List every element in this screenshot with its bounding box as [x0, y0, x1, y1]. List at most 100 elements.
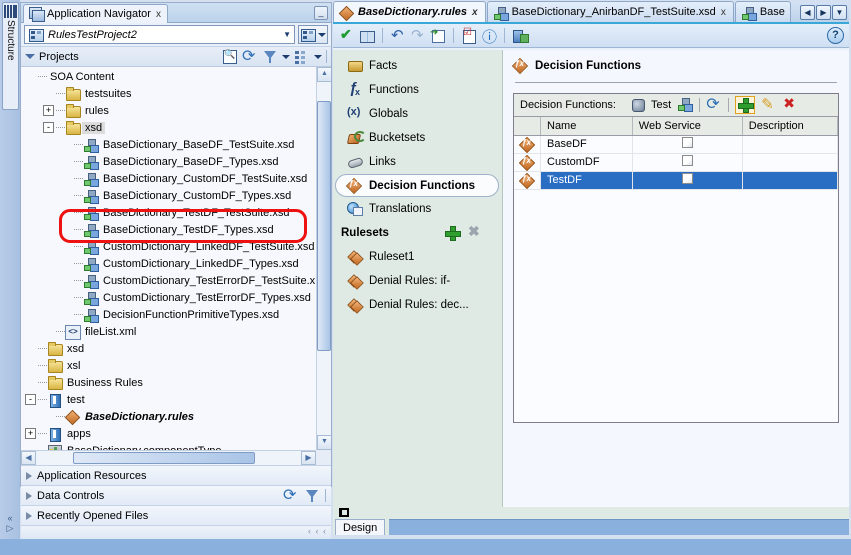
cell-description[interactable] [742, 153, 839, 172]
minimize-button[interactable]: _ [314, 6, 328, 20]
refresh-icon[interactable] [242, 46, 258, 66]
editor-tab[interactable]: BaseDictionary.rules x [333, 1, 486, 22]
tree-item[interactable]: - xsd [21, 119, 316, 136]
plus-icon[interactable] [444, 225, 461, 241]
table-row[interactable]: BaseDF [514, 135, 839, 154]
column-header-name[interactable]: Name [540, 117, 633, 136]
tree-item[interactable]: BaseDictionary_BaseDF_TestSuite.xsd [21, 136, 316, 153]
cell-web-service[interactable] [632, 153, 743, 172]
tree-item[interactable]: BaseDictionary.rules [21, 408, 316, 425]
accordion-data-controls[interactable]: Data Controls [21, 485, 331, 505]
chevron-down-icon[interactable] [318, 32, 326, 37]
tab-list-button[interactable]: ▼ [832, 5, 847, 20]
table-row[interactable]: CustomDF [514, 153, 839, 172]
accordion-recently-opened-files[interactable]: Recently Opened Files [21, 505, 331, 525]
scroll-right-button[interactable]: ▶ [301, 451, 316, 465]
editor-tab[interactable]: Base [734, 1, 791, 22]
tree-item[interactable]: CustomDictionary_TestErrorDF_TestSuite.x [21, 272, 316, 289]
tab-design[interactable]: Design [335, 519, 386, 535]
chevron-right-icon[interactable] [26, 511, 32, 520]
collapse-icon[interactable]: - [25, 394, 36, 405]
expand-icon[interactable]: + [43, 105, 54, 116]
chevron-down-icon[interactable]: ▼ [283, 30, 291, 39]
tab-prev-button[interactable]: ◀ [800, 5, 815, 20]
add-decision-function-button[interactable] [735, 96, 756, 114]
delete-x-icon[interactable] [468, 223, 484, 241]
project-combo[interactable]: RulesTestProject2 ▼ [24, 25, 295, 44]
tree-item[interactable]: BaseDictionary_CustomDF_TestSuite.xsd [21, 170, 316, 187]
ruleset-item[interactable]: Ruleset1 [333, 245, 502, 269]
chevron-down-icon[interactable] [25, 54, 35, 59]
tree-item[interactable]: xsd [21, 340, 316, 357]
scroll-thumb[interactable] [317, 101, 331, 351]
link-dictionary-icon[interactable] [512, 28, 529, 44]
tree-item[interactable]: DecisionFunctionPrimitiveTypes.xsd [21, 306, 316, 323]
rules-nav-item-decision-functions[interactable]: Decision Functions [335, 174, 499, 197]
scroll-left-button[interactable]: ◀ [21, 451, 36, 465]
chevron-down-icon[interactable] [282, 54, 290, 59]
help-icon[interactable] [827, 26, 844, 44]
tree-item[interactable]: BaseDictionary_CustomDF_Types.xsd [21, 187, 316, 204]
tree-item[interactable]: BaseDictionary_BaseDF_Types.xsd [21, 153, 316, 170]
collapse-icon[interactable]: - [43, 122, 54, 133]
ruleset-item[interactable]: Denial Rules: dec... [333, 293, 502, 317]
project-tree[interactable]: SOA Content testsuites + rules - xsd BaseDicti… [21, 67, 316, 450]
cell-web-service[interactable] [632, 171, 743, 190]
tab-application-navigator[interactable]: Application Navigator x [23, 4, 168, 23]
tree-item[interactable]: BaseDictionary_TestDF_TestSuite.xsd [21, 204, 316, 221]
close-icon[interactable]: x [154, 9, 163, 20]
scroll-down-button[interactable]: ▼ [317, 435, 331, 450]
decision-functions-table[interactable]: Name Web Service Description BaseDFCusto… [514, 117, 839, 190]
tree-item[interactable]: CustomDictionary_LinkedDF_Types.xsd [21, 255, 316, 272]
expand-right-icon[interactable]: ▷ [2, 523, 18, 534]
scroll-up-button[interactable]: ▲ [317, 67, 331, 82]
search-icon[interactable] [222, 49, 238, 65]
tree-icon[interactable] [677, 97, 693, 113]
cell-name[interactable]: CustomDF [540, 153, 633, 172]
dictionary-book-icon[interactable] [359, 28, 375, 44]
rules-nav-item-globals[interactable]: Globals [333, 102, 502, 126]
close-icon[interactable]: x [470, 7, 480, 18]
tree-item[interactable]: CustomDictionary_TestErrorDF_Types.xsd [21, 289, 316, 306]
cell-description[interactable] [742, 171, 839, 190]
close-icon[interactable]: x [719, 7, 728, 18]
refresh-icon[interactable] [706, 94, 722, 114]
web-service-checkbox[interactable] [681, 137, 693, 148]
chevron-right-icon[interactable] [26, 491, 32, 500]
filter-icon[interactable] [262, 49, 278, 65]
group-by-icon[interactable] [294, 49, 310, 65]
cell-description[interactable] [742, 135, 839, 154]
cell-name[interactable]: BaseDF [540, 135, 633, 154]
web-service-checkbox[interactable] [681, 173, 693, 184]
rules-nav-item-translations[interactable]: Translations [333, 197, 502, 221]
tree-item[interactable]: Business Rules [21, 374, 316, 391]
tree-item[interactable]: fileList.xml [21, 323, 316, 340]
rules-nav-item-functions[interactable]: Functions [333, 78, 502, 102]
apply-icon[interactable] [430, 27, 446, 44]
info-icon[interactable] [481, 26, 497, 47]
refresh-icon[interactable] [283, 485, 299, 505]
column-header-description[interactable]: Description [742, 117, 839, 136]
cell-web-service[interactable] [632, 135, 743, 154]
test-button[interactable]: Test [630, 97, 671, 113]
tree-item[interactable]: + apps [21, 425, 316, 442]
tree-item[interactable]: BaseDictionary.componentType [21, 442, 316, 450]
rules-nav-item-facts[interactable]: Facts [333, 54, 502, 78]
minimize-icon[interactable] [339, 508, 349, 517]
structure-dock-tab[interactable]: Structure [2, 2, 19, 110]
rules-nav-item-bucketsets[interactable]: Bucketsets [333, 126, 502, 150]
validate-list-icon[interactable] [461, 27, 477, 44]
tree-item[interactable]: SOA Content [21, 68, 316, 85]
chevron-right-icon[interactable] [26, 471, 32, 480]
tree-item[interactable]: xsl [21, 357, 316, 374]
tree-vertical-scrollbar[interactable]: ▲ ▼ [316, 67, 331, 450]
undo-icon[interactable] [390, 26, 406, 44]
redo-icon[interactable] [410, 26, 426, 44]
column-header-web-service[interactable]: Web Service [632, 117, 743, 136]
expand-icon[interactable]: + [25, 428, 36, 439]
table-row[interactable]: TestDF [514, 171, 839, 190]
editor-tab[interactable]: BaseDictionary_AnirbanDF_TestSuite.xsd x [486, 1, 734, 22]
rules-nav-item-links[interactable]: Links [333, 150, 502, 174]
tree-item[interactable]: BaseDictionary_TestDF_Types.xsd [21, 221, 316, 238]
tree-item[interactable]: CustomDictionary_LinkedDF_TestSuite.xsd [21, 238, 316, 255]
